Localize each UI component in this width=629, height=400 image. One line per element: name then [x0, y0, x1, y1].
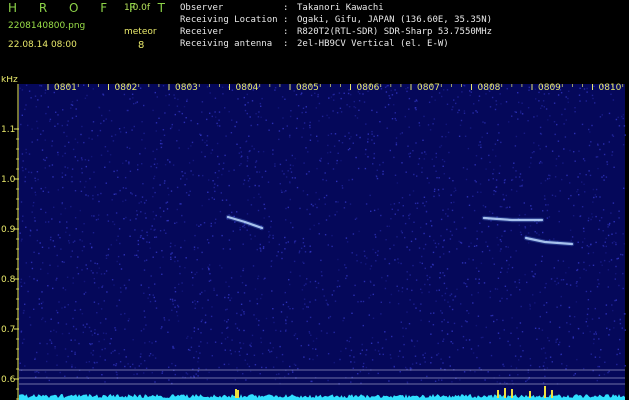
y-tick-label: 0.6 [1, 375, 16, 385]
x-tick-label: 0805 [296, 83, 319, 93]
x-tick-label: 0802 [115, 83, 138, 93]
y-tick-label: 0.7 [1, 325, 15, 335]
info-key: Receiving Location [180, 15, 278, 25]
meteor-label: meteor [124, 27, 157, 37]
x-tick-label: 0810 [599, 83, 622, 93]
x-tick-label: 0807 [417, 83, 440, 93]
y-tick-label: 0.8 [1, 275, 16, 285]
file-name: 2208140800.png [8, 21, 86, 31]
x-tick-label: 0809 [538, 83, 561, 93]
info-key: Receiver [180, 27, 224, 37]
x-tick-label: 0804 [236, 83, 259, 93]
y-tick-label: 1.0 [1, 175, 16, 185]
y-unit-label: kHz [1, 76, 18, 85]
info-row-location: Receiving Location: Ogaki, Gifu, JAPAN (1… [180, 15, 493, 25]
header-panel: H R O F F T 1.0.0f 2208140800.png 22.08.… [0, 0, 629, 76]
meteor-count: 8 [138, 40, 145, 51]
y-tick-label: 0.9 [1, 225, 16, 235]
info-key: Receiving antenna [180, 39, 273, 49]
y-tick-label: 1.1 [1, 125, 15, 135]
info-row-receiver: Receiver: R820T2(RTL-SDR) SDR-Sharp 53.75… [180, 27, 493, 37]
x-tick-label: 0808 [478, 83, 501, 93]
x-tick-label: 0806 [357, 83, 380, 93]
info-value: Ogaki, Gifu, JAPAN (136.60E, 35.35N) [297, 15, 493, 25]
x-tick-label: 0801 [54, 83, 77, 93]
spectrogram-plot: 1.1 1.0 0.9 0.8 0.7 0.6 0801 0802 0803 0804 0805 08… [0, 76, 629, 400]
info-value: Takanori Kawachi [297, 3, 384, 13]
info-row-antenna: Receiving antenna:2el-HB9CV Vertical (el… [180, 39, 449, 49]
info-row-observer: Observer: Takanori Kawachi [180, 3, 384, 13]
file-datetime: 22.08.14 08:00 [8, 40, 77, 50]
x-tick-label: 0803 [175, 83, 198, 93]
info-value: 2el-HB9CV Vertical (el. E-W) [297, 39, 449, 49]
info-key: Observer [180, 3, 224, 13]
app-version: 1.0.0f [124, 3, 151, 13]
info-value: R820T2(RTL-SDR) SDR-Sharp 53.7550MHz [297, 27, 493, 37]
